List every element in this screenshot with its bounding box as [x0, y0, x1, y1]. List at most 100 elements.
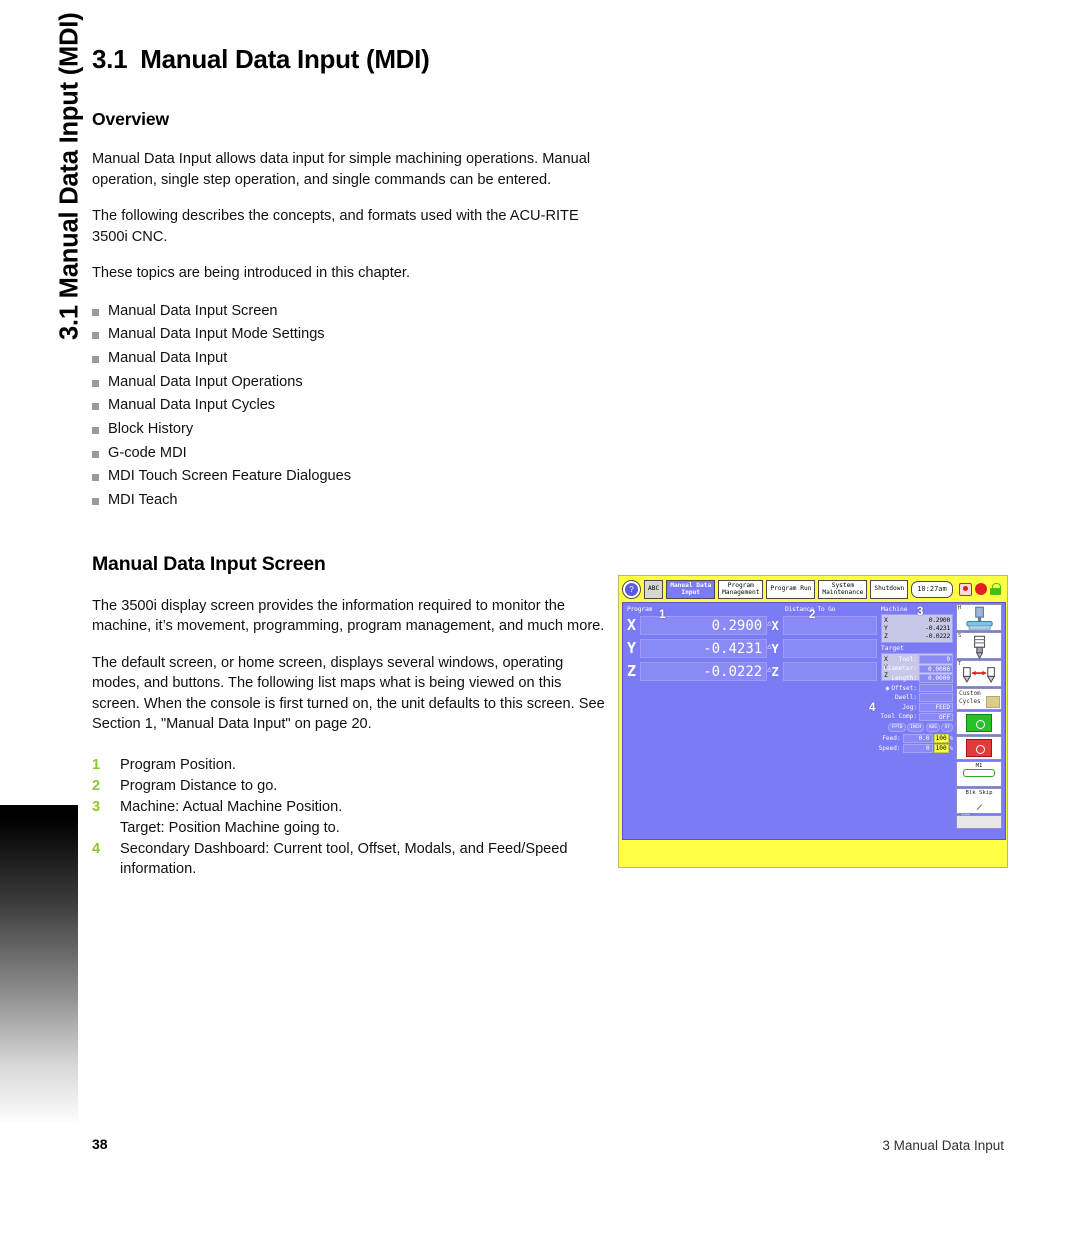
- dtg-axis-label-z: △Z: [767, 665, 779, 679]
- callout-row: 1 Program Position.: [92, 755, 612, 776]
- dashboard-value[interactable]: [919, 683, 953, 693]
- footer-chapter-title: 3 Manual Data Input: [882, 1138, 1004, 1153]
- callout-number: 4: [92, 841, 101, 858]
- speed-row: Speed: 0 100 %: [875, 744, 953, 754]
- rail-item-cycle-start[interactable]: [956, 711, 1002, 735]
- callout-text: Machine: Actual Machine Position. Target…: [120, 799, 343, 836]
- callout-text: Secondary Dashboard: Current tool, Offse…: [120, 841, 568, 878]
- program-value-z[interactable]: -0.0222: [639, 661, 768, 681]
- rail-tag-s: S: [958, 633, 962, 639]
- callout-legend: 1 Program Position. 2 Program Distance t…: [92, 755, 612, 881]
- dashboard-value[interactable]: [919, 693, 953, 702]
- machine-axis-x: X: [884, 616, 888, 624]
- speed-label: Speed:: [878, 745, 901, 753]
- dashboard-value[interactable]: FEED: [919, 702, 953, 712]
- rail-item-m1-toggle[interactable]: M1 OFF: [956, 761, 1002, 794]
- figure-callout-2: 2: [809, 609, 816, 621]
- rail-item-keypad[interactable]: [956, 815, 1002, 829]
- dashboard-label: Dwell:: [894, 694, 917, 702]
- red-led-icon: [974, 583, 987, 595]
- stop-indicator-icon: [958, 582, 972, 596]
- chapter-side-label: 3.1 Manual Data Input (MDI): [55, 12, 84, 341]
- list-item: Block History: [92, 418, 612, 442]
- dtg-value-x[interactable]: [782, 615, 877, 635]
- feed-override-percent[interactable]: 100: [933, 734, 949, 744]
- feed-value[interactable]: 0.0: [902, 734, 933, 744]
- page-title-number: 3.1: [92, 44, 128, 74]
- rail-item-home[interactable]: H: [956, 604, 1002, 631]
- right-icon-rail: H S T Custom Cycles M1 Blk Skip: [955, 603, 1003, 839]
- tab-program-run[interactable]: Program Run: [766, 579, 816, 599]
- unlocked-padlock-icon[interactable]: [989, 583, 1001, 595]
- rail-item-tool-offset[interactable]: T: [956, 660, 1002, 687]
- help-icon: ?: [625, 582, 638, 596]
- dashboard-value[interactable]: 0: [919, 655, 953, 664]
- modal-pill-fptd[interactable]: FPTD: [888, 723, 906, 733]
- list-item: Manual Data Input Mode Settings: [92, 323, 612, 347]
- rail-item-cycle-stop[interactable]: [956, 736, 1002, 760]
- speed-override-percent[interactable]: 100: [933, 744, 949, 754]
- rail-item-blk-skip-toggle[interactable]: Blk Skip OFF: [956, 788, 1002, 820]
- speed-value[interactable]: 0: [902, 744, 933, 754]
- callout-number: 2: [92, 778, 101, 795]
- rail-item-spindle[interactable]: S: [956, 632, 1002, 660]
- machine-row-y: Y -0.4231: [884, 624, 950, 632]
- spindle-tool-icon: [974, 635, 986, 660]
- modal-pill-xy[interactable]: XY: [941, 723, 953, 733]
- dashboard-value[interactable]: OFF: [919, 712, 953, 722]
- target-panel-title: Target: [881, 644, 904, 652]
- topics-list: Manual Data Input Screen Manual Data Inp…: [92, 300, 612, 513]
- machine-value-z: -0.0222: [925, 632, 950, 641]
- custom-cycles-swatch-icon: [986, 696, 1000, 708]
- list-item: Manual Data Input Cycles: [92, 394, 612, 418]
- machine-axis-y: Y: [884, 624, 888, 633]
- cnc-display-area: Program X 0.2900 △X Y -0.4231 △Y Z -0.02…: [622, 602, 1006, 840]
- dashboard-label: Diameter:: [883, 665, 917, 673]
- tab-system-maintenance[interactable]: System Maintenance: [818, 579, 868, 599]
- dashboard-row-jog: Jog: FEED: [875, 702, 953, 712]
- dashboard-value[interactable]: 0.0000: [919, 674, 953, 683]
- custom-cycles-label: Custom Cycles: [959, 690, 981, 705]
- position-row: Z -0.0222 △Z: [627, 660, 877, 682]
- help-button[interactable]: ?: [622, 579, 641, 599]
- spindle-home-icon: [966, 606, 993, 630]
- tab-program-management[interactable]: Program Management: [718, 579, 764, 599]
- dashboard-label: Tool:: [898, 655, 917, 663]
- tab-abc[interactable]: ABC: [644, 579, 664, 599]
- cnc-top-toolbar: ? ABC Manual Data Input Program Manageme…: [619, 576, 1007, 602]
- modal-pill-inch[interactable]: INCH: [907, 723, 925, 733]
- list-item: Manual Data Input Screen: [92, 300, 612, 324]
- screen-section-heading: Manual Data Input Screen: [92, 552, 326, 575]
- tab-shutdown[interactable]: Shutdown: [870, 579, 909, 599]
- dtg-value-y[interactable]: [782, 638, 877, 658]
- blk-skip-slash-icon: [959, 796, 999, 810]
- machine-axis-z: Z: [884, 632, 888, 641]
- dtg-value-z[interactable]: [782, 661, 877, 681]
- figure-callout-1: 1: [659, 609, 666, 621]
- dtg-axis-label-x: △X: [767, 619, 779, 633]
- rail-item-custom-cycles[interactable]: Custom Cycles: [956, 688, 1002, 710]
- machine-values-box: X 0.2900 Y -0.4231 Z -0.0222: [881, 614, 953, 643]
- list-item: MDI Touch Screen Feature Dialogues: [92, 465, 612, 489]
- callout-number: 3: [92, 799, 101, 816]
- tab-manual-data-input[interactable]: Manual Data Input: [666, 579, 716, 599]
- program-value-y[interactable]: -0.4231: [639, 638, 768, 658]
- dashboard-label: Offset:: [891, 684, 917, 692]
- dashboard-row-diameter: Diameter: 0.0000: [875, 664, 953, 674]
- m1-frame-icon: [963, 769, 995, 777]
- dashboard-row-offset: ◉ Offset:: [875, 683, 953, 693]
- overview-heading: Overview: [92, 109, 170, 129]
- status-icon-group: [958, 582, 1001, 596]
- callout-text: Program Position.: [120, 756, 236, 773]
- list-item: Manual Data Input: [92, 347, 612, 371]
- modal-pill-abs[interactable]: ABS: [925, 723, 940, 733]
- page-title: 3.1 Manual Data Input (MDI): [92, 44, 612, 75]
- dtg-axis-label-y: △Y: [767, 642, 779, 656]
- dashboard-value[interactable]: 0.0000: [919, 664, 953, 674]
- figure-callout-4: 4: [869, 702, 876, 714]
- list-item: MDI Teach: [92, 489, 612, 513]
- machine-row-z: Z -0.0222: [884, 632, 950, 640]
- screen-section-paragraph-2: The default screen, or home screen, disp…: [92, 654, 605, 733]
- cycle-stop-icon: [966, 739, 992, 757]
- page-content: 3.1 Manual Data Input (MDI) Overview Manu…: [92, 44, 612, 881]
